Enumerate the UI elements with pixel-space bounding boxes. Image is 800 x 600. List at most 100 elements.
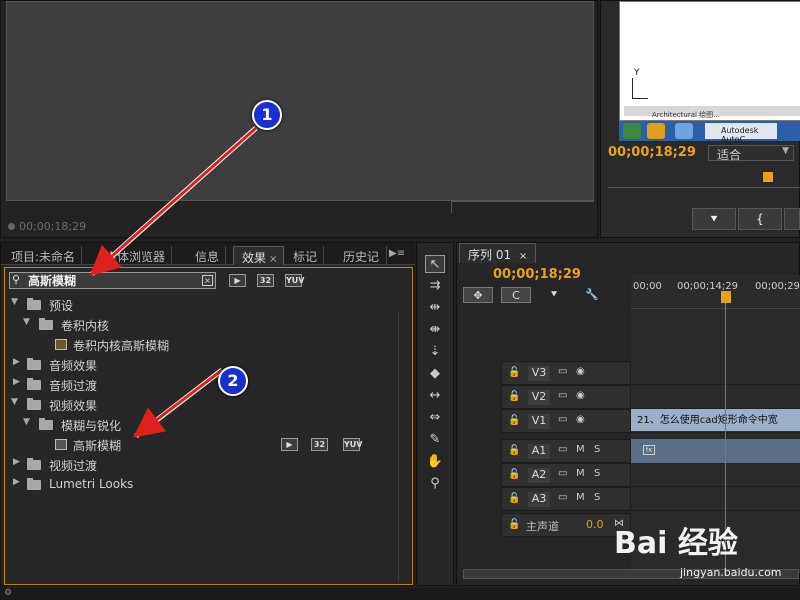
tab-history-label: 历史记: [343, 250, 380, 264]
program-timecode[interactable]: 00;00;18;29: [608, 145, 696, 160]
lane-a2[interactable]: [631, 463, 800, 487]
video-clip[interactable]: 21、怎么使用cad矩形命令中宽: [631, 409, 800, 431]
tree-item-convolution-gaussian[interactable]: 卷积内核高斯模糊: [9, 336, 401, 354]
sync-icon[interactable]: ▭: [558, 414, 567, 425]
lock-icon[interactable]: 🔓: [508, 493, 520, 504]
mark-out-button[interactable]: [784, 208, 800, 230]
expand-icon[interactable]: ▼: [23, 317, 30, 327]
rolling-edit-tool-icon[interactable]: ⇼: [425, 321, 445, 339]
yuv-icon[interactable]: YUV: [285, 274, 304, 287]
ripple-edit-tool-icon[interactable]: ⇹: [425, 299, 445, 317]
add-marker-icon[interactable]: ⯆: [539, 287, 569, 303]
lane-v2[interactable]: [631, 385, 800, 409]
sync-icon[interactable]: ▭: [558, 444, 567, 455]
expand-icon[interactable]: ▶: [13, 457, 20, 467]
panel-menu-icon[interactable]: ▶≡: [389, 248, 405, 259]
track-header-master[interactable]: 🔓 主声道 0.0 ⋈: [501, 513, 631, 537]
lock-icon[interactable]: 🔓: [508, 445, 520, 456]
32bit-icon: 32: [311, 438, 328, 451]
mute-button[interactable]: M: [576, 468, 585, 479]
hand-tool-icon[interactable]: ✋: [425, 453, 445, 471]
accelerated-effects-icon[interactable]: ▶: [229, 274, 246, 287]
solo-button[interactable]: S: [594, 444, 600, 455]
source-timecode[interactable]: 00;00;18;29: [19, 220, 86, 233]
lock-icon[interactable]: 🔓: [508, 415, 520, 426]
search-input[interactable]: [28, 273, 198, 288]
expand-icon[interactable]: ▼: [11, 297, 18, 307]
eye-icon[interactable]: ◉: [576, 366, 585, 377]
tree-item-video-transitions[interactable]: ▶ 视频过渡: [9, 456, 401, 474]
expand-icon[interactable]: ▼: [23, 417, 30, 427]
32bit-icon[interactable]: 32: [257, 274, 274, 287]
track-header-v3[interactable]: 🔓 V3 ▭ ◉: [501, 361, 631, 385]
slide-tool-icon[interactable]: ⇔: [425, 409, 445, 427]
tree-item-presets[interactable]: ▼ 预设: [9, 296, 401, 314]
timeline-timecode[interactable]: 00;00;18;29: [493, 267, 581, 282]
tree-item-audio-effects[interactable]: ▶ 音频效果: [9, 356, 401, 374]
lock-icon[interactable]: 🔓: [508, 391, 520, 402]
selection-tool-icon[interactable]: ↖: [425, 255, 445, 273]
effects-scrollbar[interactable]: [398, 312, 410, 582]
lock-icon[interactable]: 🔓: [508, 519, 520, 530]
close-icon[interactable]: ×: [269, 254, 277, 265]
yuv-icon: YUV: [343, 438, 363, 451]
audio-clip[interactable]: fx: [631, 439, 800, 463]
add-marker-button[interactable]: ⯆: [692, 208, 736, 230]
mute-button[interactable]: M: [576, 492, 585, 503]
expand-icon[interactable]: ▶: [13, 377, 20, 387]
sync-icon[interactable]: ▭: [558, 492, 567, 503]
tab-project[interactable]: 项目:未命名: [3, 246, 83, 265]
tab-media-browser[interactable]: 媒体浏览器: [97, 246, 173, 265]
snap-icon[interactable]: ✥: [463, 287, 493, 303]
tree-item-gaussian-blur[interactable]: 高斯模糊 ▶ 32 YUV: [9, 436, 401, 454]
tree-item-lumetri-looks[interactable]: ▶ Lumetri Looks: [9, 476, 401, 494]
close-icon[interactable]: ×: [519, 251, 527, 262]
tree-item-convolution[interactable]: ▼ 卷积内核: [9, 316, 401, 334]
tab-effects[interactable]: 效果 ×: [233, 246, 285, 265]
track-header-a3[interactable]: 🔓 A3 ▭ M S: [501, 487, 631, 511]
program-playhead[interactable]: [763, 172, 773, 182]
lane-a3[interactable]: [631, 487, 800, 511]
solo-button[interactable]: S: [594, 492, 600, 503]
master-volume[interactable]: 0.0: [586, 518, 604, 531]
sync-icon[interactable]: ▭: [558, 366, 567, 377]
effects-search[interactable]: ⚲ ×: [9, 272, 216, 289]
tab-history[interactable]: 历史记: [335, 246, 387, 265]
linked-selection-icon[interactable]: C: [501, 287, 531, 303]
expand-icon[interactable]: ▼: [11, 397, 18, 407]
eye-icon[interactable]: ◉: [576, 414, 585, 425]
wrench-icon[interactable]: 🔧: [577, 287, 607, 303]
tab-sequence[interactable]: 序列 01 ×: [459, 243, 537, 263]
tree-item-blur-sharpen[interactable]: ▼ 模糊与锐化: [9, 416, 401, 434]
settings-icon[interactable]: ⚙: [4, 588, 12, 598]
mute-button[interactable]: M: [576, 444, 585, 455]
timeline-playhead-handle[interactable]: [721, 291, 731, 303]
zoom-tool-icon[interactable]: ⚲: [425, 475, 445, 493]
track-header-v1[interactable]: 🔓 V1 ▭ ◉: [501, 409, 631, 433]
timeline-ruler[interactable]: 00;00 00;00;14;29 00;00;29;2: [631, 275, 800, 309]
lock-icon[interactable]: 🔓: [508, 367, 520, 378]
track-header-v2[interactable]: 🔓 V2 ▭ ◉: [501, 385, 631, 409]
rate-stretch-tool-icon[interactable]: ⇣: [425, 343, 445, 361]
slip-tool-icon[interactable]: ↔: [425, 387, 445, 405]
fit-dropdown[interactable]: 适合 ▼: [708, 145, 794, 162]
pen-tool-icon[interactable]: ✎: [425, 431, 445, 449]
track-select-tool-icon[interactable]: ⇉: [425, 277, 445, 295]
track-header-a2[interactable]: 🔓 A2 ▭ M S: [501, 463, 631, 487]
track-header-a1[interactable]: 🔓 A1 ▭ M S: [501, 439, 631, 463]
solo-button[interactable]: S: [594, 468, 600, 479]
tree-item-audio-transitions[interactable]: ▶ 音频过渡: [9, 376, 401, 394]
lock-icon[interactable]: 🔓: [508, 469, 520, 480]
razor-tool-icon[interactable]: ◆: [425, 365, 445, 383]
lane-v3[interactable]: [631, 361, 800, 385]
tab-markers[interactable]: 标记: [285, 246, 325, 265]
sync-icon[interactable]: ▭: [558, 468, 567, 479]
expand-icon[interactable]: ▶: [13, 357, 20, 367]
expand-icon[interactable]: ▶: [13, 477, 20, 487]
sync-icon[interactable]: ▭: [558, 390, 567, 401]
mark-in-button[interactable]: {: [738, 208, 782, 230]
eye-icon[interactable]: ◉: [576, 390, 585, 401]
tab-info[interactable]: 信息: [187, 246, 227, 265]
clear-search-icon[interactable]: ×: [202, 275, 213, 286]
tree-item-video-effects[interactable]: ▼ 视频效果: [9, 396, 401, 414]
